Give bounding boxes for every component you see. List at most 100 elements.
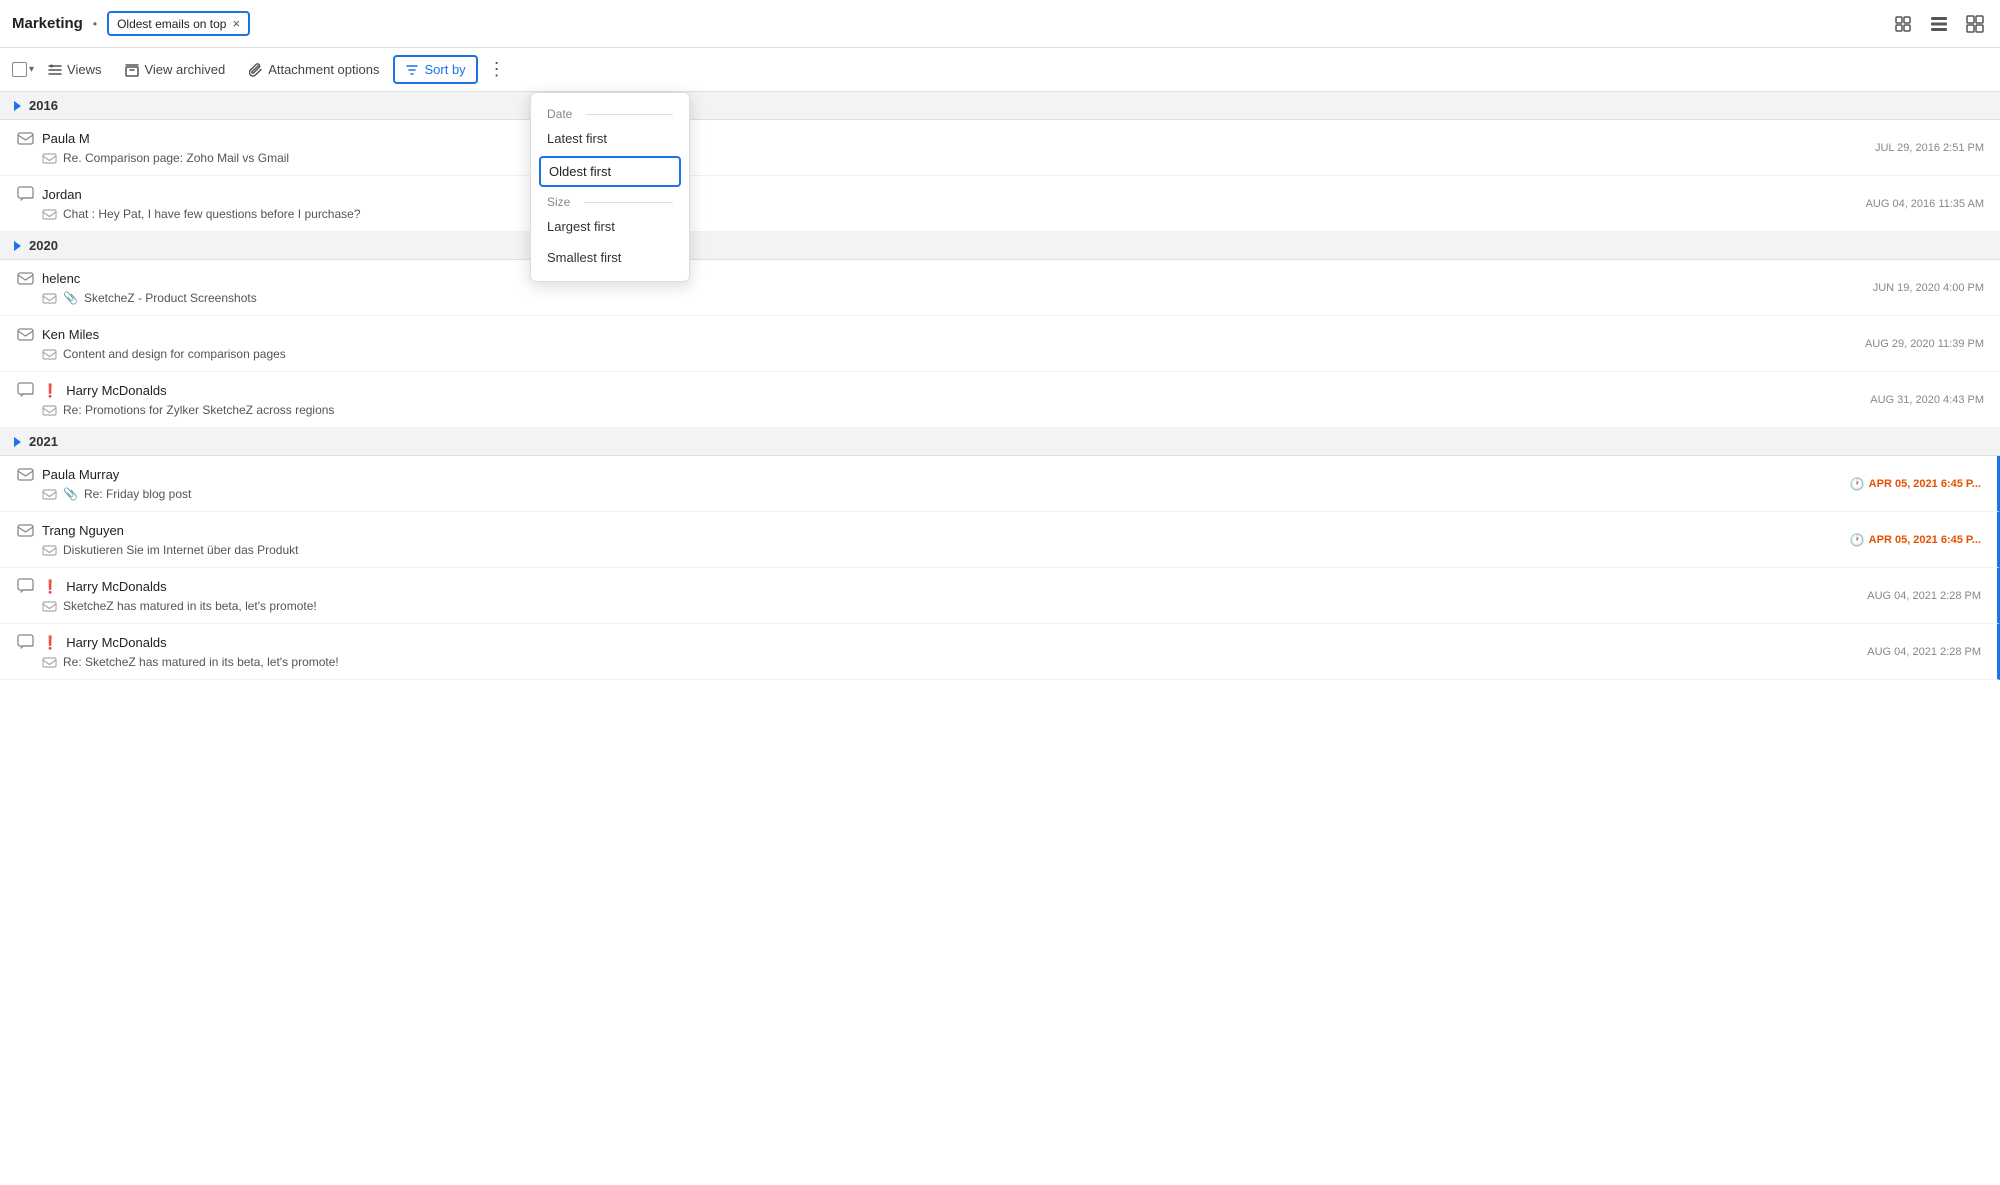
email-right: 🕐APR 05, 2021 6:45 P... xyxy=(1777,456,1997,511)
email-row[interactable]: Paula M Re. Comparison page: Zoho Mail v… xyxy=(0,120,2000,176)
select-all-checkbox[interactable] xyxy=(12,62,27,77)
date-section-label: Date xyxy=(531,101,689,123)
email-sender-row: Ken Miles xyxy=(16,326,1768,344)
email-type-icon xyxy=(16,130,34,148)
email-type-icon xyxy=(16,466,34,484)
clock-icon: 🕐 xyxy=(1850,533,1865,547)
email-date: JUL 29, 2016 2:51 PM xyxy=(1875,142,1984,154)
email-type-icon xyxy=(16,186,34,204)
attachment-icon xyxy=(249,63,263,77)
views-label: Views xyxy=(67,62,101,77)
views-icon xyxy=(48,63,62,77)
email-sender: Harry McDonalds xyxy=(66,383,166,398)
email-content: ❗ Harry McDonalds SketcheZ has matured i… xyxy=(0,568,1777,623)
more-options-button[interactable]: ⋮ xyxy=(482,57,512,82)
email-date: 🕐APR 05, 2021 6:45 P... xyxy=(1850,477,1981,491)
email-subject: Re. Comparison page: Zoho Mail vs Gmail xyxy=(63,151,289,165)
email-date: AUG 29, 2020 11:39 PM xyxy=(1865,338,1984,350)
thread-icon xyxy=(42,207,57,222)
email-type-icon xyxy=(16,326,34,344)
email-row[interactable]: Paula Murray 📎 Re: Friday blog post 🕐APR… xyxy=(0,456,2000,512)
filter-chip-close[interactable]: × xyxy=(232,16,240,31)
email-row[interactable]: ❗ Harry McDonalds Re: Promotions for Zyl… xyxy=(0,372,2000,428)
email-right: AUG 31, 2020 4:43 PM xyxy=(1780,372,2000,427)
list-view-btn[interactable] xyxy=(1926,11,1952,37)
urgent-icon: ❗ xyxy=(42,635,58,651)
email-date: JUN 19, 2020 4:00 PM xyxy=(1873,282,1984,294)
more-icon: ⋮ xyxy=(488,59,506,79)
thread-icon xyxy=(42,599,57,614)
email-sender-row: ❗ Harry McDonalds xyxy=(16,634,1765,652)
email-subject-row: 📎 SketcheZ - Product Screenshots xyxy=(16,291,1768,306)
sort-icon xyxy=(405,63,419,77)
year-label: 2016 xyxy=(29,98,58,113)
email-content: ❗ Harry McDonalds Re: SketcheZ has matur… xyxy=(0,624,1777,679)
sort-by-button[interactable]: Sort by xyxy=(393,55,477,84)
email-sender: Paula Murray xyxy=(42,467,119,482)
email-type-icon xyxy=(16,382,34,400)
email-subject-row: Re. Comparison page: Zoho Mail vs Gmail xyxy=(16,151,1768,166)
email-row[interactable]: Trang Nguyen Diskutieren Sie im Internet… xyxy=(0,512,2000,568)
select-chevron[interactable]: ▾ xyxy=(29,64,34,75)
toolbar: ▾ Views View archived Attachment options… xyxy=(0,48,2000,92)
email-subject: Chat : Hey Pat, I have few questions bef… xyxy=(63,207,361,221)
email-subject: Re: Friday blog post xyxy=(84,487,191,501)
email-sender: Trang Nguyen xyxy=(42,523,124,538)
email-subject: SketcheZ has matured in its beta, let's … xyxy=(63,599,317,613)
email-subject-row: SketcheZ has matured in its beta, let's … xyxy=(16,599,1765,614)
email-row[interactable]: Ken Miles Content and design for compari… xyxy=(0,316,2000,372)
sort-oldest-first[interactable]: Oldest first xyxy=(539,156,681,187)
email-list: 2016 Paula M Re. Comparison page: Zoho M… xyxy=(0,92,2000,1185)
email-content: Paula M Re. Comparison page: Zoho Mail v… xyxy=(0,120,1780,175)
attachment-options-button[interactable]: Attachment options xyxy=(239,57,389,82)
toolbar-right-icons xyxy=(1890,11,1988,37)
sort-dropdown: Date Latest first Oldest first Size Larg… xyxy=(530,92,690,282)
sort-smallest-first[interactable]: Smallest first xyxy=(531,242,689,273)
email-subject: SketcheZ - Product Screenshots xyxy=(84,291,257,305)
email-sender-row: ❗ Harry McDonalds xyxy=(16,382,1768,400)
sort-latest-first[interactable]: Latest first xyxy=(531,123,689,154)
email-sender: Harry McDonalds xyxy=(66,579,166,594)
view-archived-button[interactable]: View archived xyxy=(115,57,235,82)
email-subject-row: Diskutieren Sie im Internet über das Pro… xyxy=(16,543,1765,558)
grid-view-btn[interactable] xyxy=(1962,11,1988,37)
email-content: ❗ Harry McDonalds Re: Promotions for Zyl… xyxy=(0,372,1780,427)
compact-view-btn[interactable] xyxy=(1890,11,1916,37)
email-sender-row: Trang Nguyen xyxy=(16,522,1765,540)
email-date: AUG 31, 2020 4:43 PM xyxy=(1870,394,1984,406)
thread-icon xyxy=(42,655,57,670)
year-group-header: 2020 xyxy=(0,232,2000,260)
select-all-wrap[interactable]: ▾ xyxy=(12,62,34,77)
email-sender-row: Paula M xyxy=(16,130,1768,148)
views-button[interactable]: Views xyxy=(38,57,111,82)
attachment-icon: 📎 xyxy=(63,487,78,501)
email-content: Trang Nguyen Diskutieren Sie im Internet… xyxy=(0,512,1777,567)
year-group-header: 2021 xyxy=(0,428,2000,456)
email-right: AUG 04, 2016 11:35 AM xyxy=(1780,176,2000,231)
email-right: JUN 19, 2020 4:00 PM xyxy=(1780,260,2000,315)
archive-icon xyxy=(125,63,139,77)
thread-icon xyxy=(42,543,57,558)
sort-largest-first[interactable]: Largest first xyxy=(531,211,689,242)
email-right: AUG 04, 2021 2:28 PM xyxy=(1777,624,1997,679)
email-date: 🕐APR 05, 2021 6:45 P... xyxy=(1850,533,1981,547)
email-row[interactable]: ❗ Harry McDonalds Re: SketcheZ has matur… xyxy=(0,624,2000,680)
email-content: Paula Murray 📎 Re: Friday blog post xyxy=(0,456,1777,511)
email-sender-row: ❗ Harry McDonalds xyxy=(16,578,1765,596)
group-triangle xyxy=(14,437,21,447)
email-row[interactable]: ❗ Harry McDonalds SketcheZ has matured i… xyxy=(0,568,2000,624)
email-sender: helenc xyxy=(42,271,80,286)
filter-chip[interactable]: Oldest emails on top × xyxy=(107,11,250,36)
top-bar: Marketing • Oldest emails on top × xyxy=(0,0,2000,48)
email-row[interactable]: helenc 📎 SketcheZ - Product Screenshots … xyxy=(0,260,2000,316)
email-subject-row: Re: Promotions for Zylker SketcheZ acros… xyxy=(16,403,1768,418)
grid-view-icon xyxy=(1966,15,1984,33)
email-type-icon xyxy=(16,634,34,652)
email-row[interactable]: Jordan Chat : Hey Pat, I have few questi… xyxy=(0,176,2000,232)
sort-by-label: Sort by xyxy=(424,62,465,77)
thread-icon xyxy=(42,403,57,418)
email-sender: Paula M xyxy=(42,131,90,146)
list-view-icon xyxy=(1930,15,1948,33)
email-right: JUL 29, 2016 2:51 PM xyxy=(1780,120,2000,175)
urgent-icon: ❗ xyxy=(42,579,58,595)
